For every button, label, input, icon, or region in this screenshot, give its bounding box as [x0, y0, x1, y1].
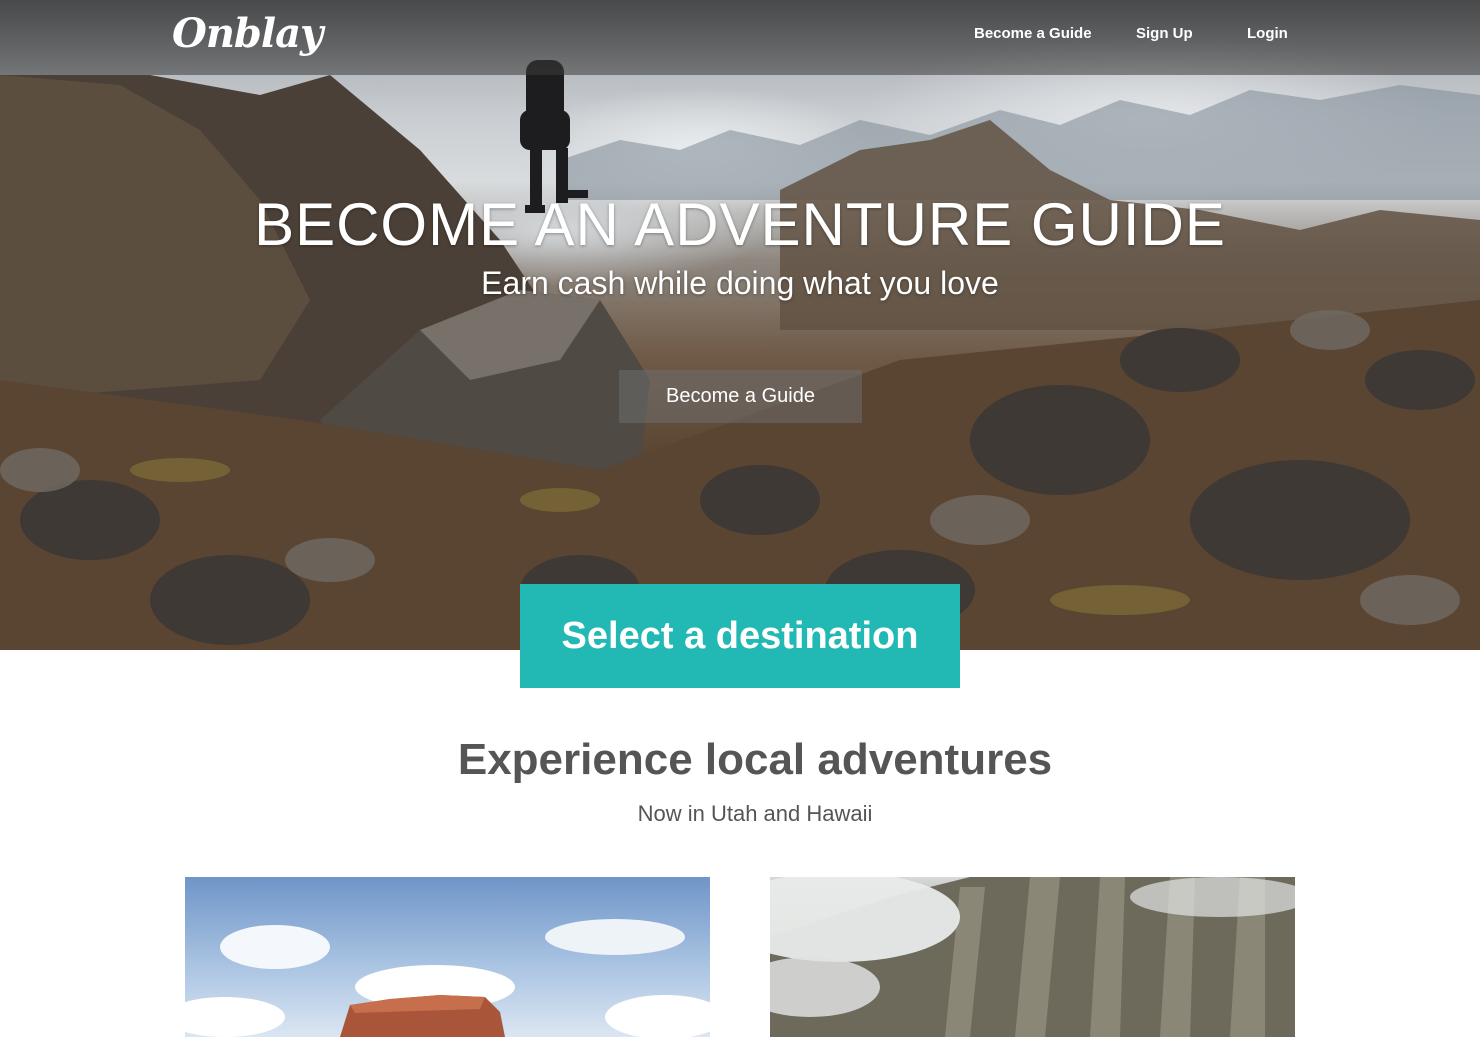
destination-card-hawaii[interactable] [770, 877, 1295, 1037]
brand-logo[interactable]: Onblay [172, 10, 323, 57]
utah-butte-image [185, 919, 710, 1037]
nav-login-link[interactable]: Login [1247, 25, 1288, 42]
nav-sign-up-link[interactable]: Sign Up [1136, 25, 1193, 42]
top-navbar: Onblay Become a Guide Sign Up Login [0, 0, 1480, 75]
select-destination-button[interactable]: Select a destination [520, 584, 960, 688]
hawaii-cliffs-image [770, 877, 1295, 1037]
mountain-landscape-image [0, 60, 1480, 650]
section-subtitle: Now in Utah and Hawaii [637, 801, 873, 826]
hero-subtitle: Earn cash while doing what you love [481, 265, 999, 301]
destination-card-utah[interactable] [185, 877, 710, 1037]
hero-banner: Onblay Become a Guide Sign Up Login BECO… [0, 0, 1480, 650]
hero-become-guide-button[interactable]: Become a Guide [619, 370, 862, 423]
nav-become-guide-link[interactable]: Become a Guide [974, 25, 1092, 42]
section-title: Experience local adventures [457, 735, 1053, 784]
hero-title: BECOME AN ADVENTURE GUIDE [254, 191, 1226, 258]
